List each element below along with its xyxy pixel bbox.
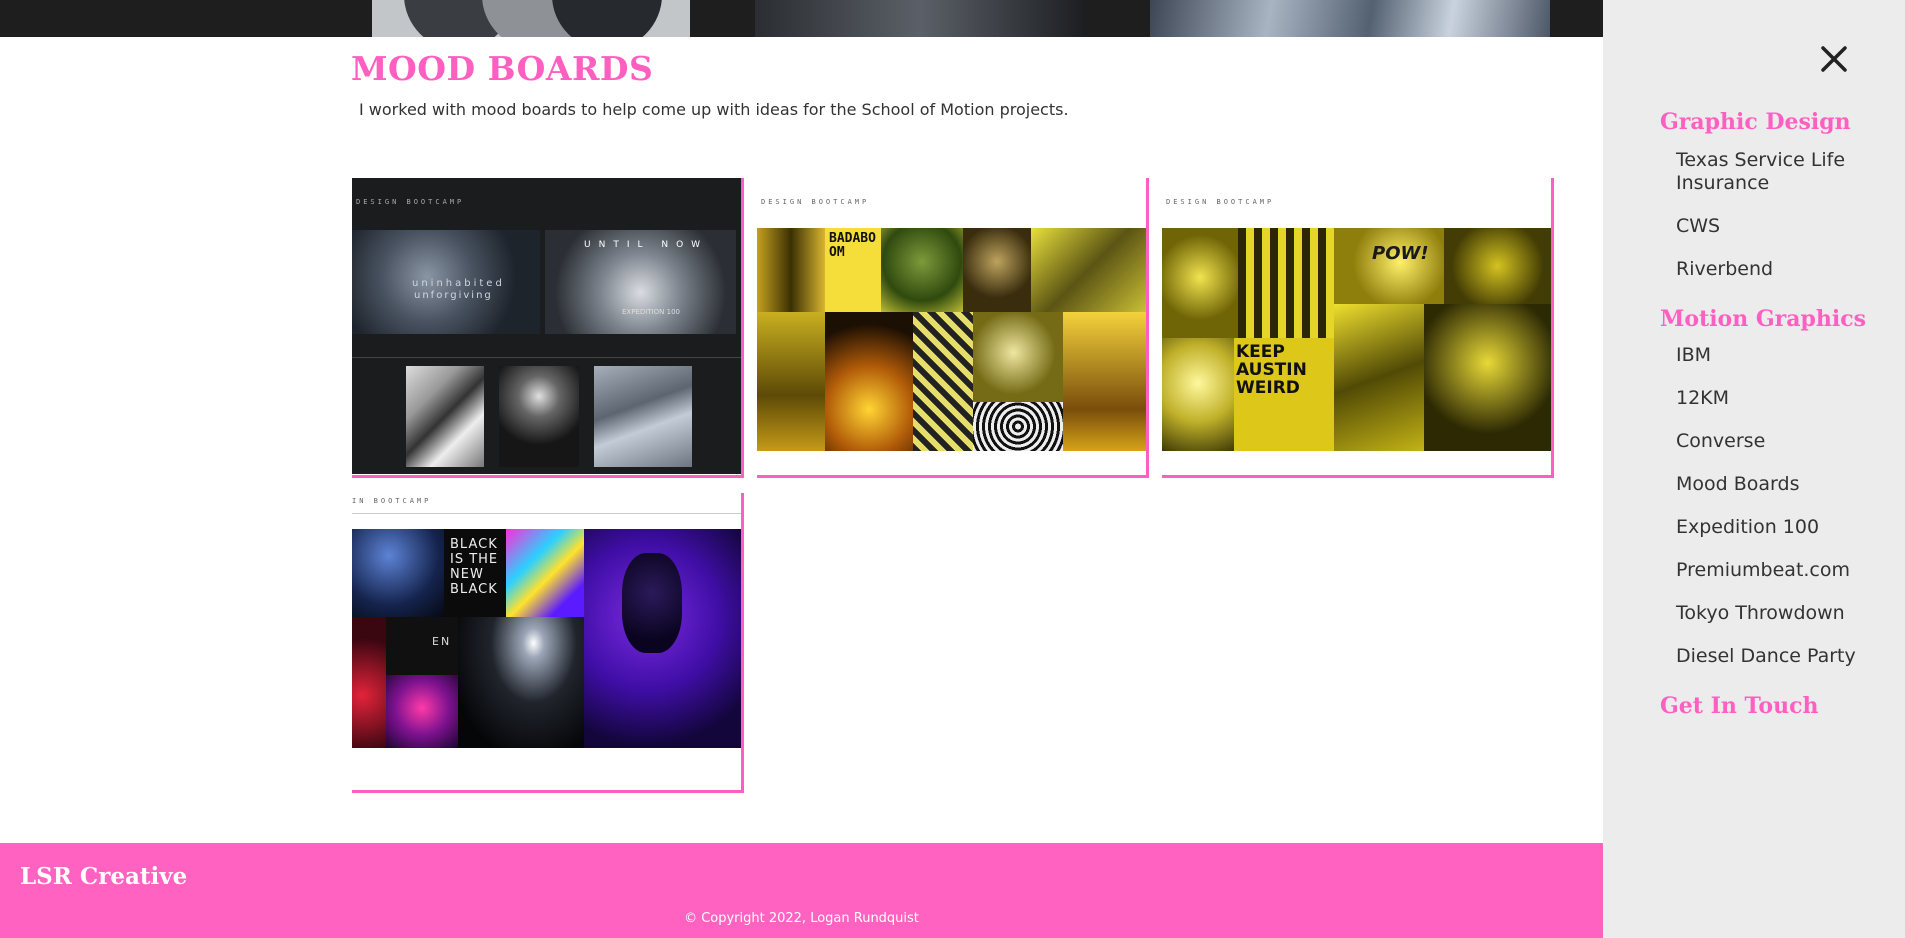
close-menu-button[interactable] [1814,39,1854,79]
board-overlay-text: BLACK IS THE NEW BLACK [450,537,499,597]
menu-item-cws[interactable]: CWS [1676,215,1896,238]
mood-board-image: DESIGN BOOTCAMP uninhabited unforgiving … [352,178,741,474]
mood-board-card[interactable]: DESIGN BOOTCAMP BADABOOM [757,178,1149,478]
hero-image-segment [372,0,690,37]
page-title: MOOD BOARDS [351,49,654,88]
board-overlay-text: EXPEDITION 100 [622,308,680,316]
menu-item-premiumbeat[interactable]: Premiumbeat.com [1676,559,1896,582]
board-overlay-text: uninhabited [412,278,505,289]
mood-board-image: IN BOOTCAMP BLACK IS THE NEW BLACK EN [352,493,741,789]
board-overlay-text: unforgiving [414,290,493,301]
main-content: MOOD BOARDS I worked with mood boards to… [0,37,1603,843]
footer-copyright: © Copyright 2022, Logan Rundquist [684,911,919,926]
mood-board-image: DESIGN BOOTCAMP POW! KEEP AUSTIN WEIRD [1162,178,1551,474]
board-overlay-text: POW! [1372,243,1429,264]
menu-item-ibm[interactable]: IBM [1676,344,1896,367]
menu-item-12km[interactable]: 12KM [1676,387,1896,410]
menu-item-texas-service-life-insurance[interactable]: Texas Service Life Insurance [1676,149,1896,195]
menu-item-expedition-100[interactable]: Expedition 100 [1676,516,1896,539]
side-menu: Graphic Design Texas Service Life Insura… [1603,0,1905,938]
menu-section-graphic-design[interactable]: Graphic Design [1660,109,1851,135]
footer-brand[interactable]: LSR Creative [20,863,187,890]
menu-item-diesel-dance-party[interactable]: Diesel Dance Party [1676,645,1896,668]
site-footer: LSR Creative © Copyright 2022, Logan Run… [0,843,1603,938]
hero-image-segment [1150,0,1550,37]
menu-item-converse[interactable]: Converse [1676,430,1896,453]
board-overlay-text: BADABOOM [829,231,876,260]
menu-section-get-in-touch[interactable]: Get In Touch [1660,693,1818,719]
close-icon [1821,46,1847,72]
board-header: DESIGN BOOTCAMP [1166,198,1275,206]
mood-board-image: DESIGN BOOTCAMP BADABOOM [757,178,1146,474]
board-header: IN BOOTCAMP [352,497,432,505]
board-header: DESIGN BOOTCAMP [761,198,870,206]
mood-board-card[interactable]: IN BOOTCAMP BLACK IS THE NEW BLACK EN [352,493,744,793]
menu-section-motion-graphics[interactable]: Motion Graphics [1660,306,1866,332]
board-overlay-text: UNTIL NOW [584,240,709,250]
hero-image-segment [755,0,1085,37]
menu-item-riverbend[interactable]: Riverbend [1676,258,1896,281]
board-header: DESIGN BOOTCAMP [356,198,465,206]
board-overlay-text: KEEP AUSTIN WEIRD [1236,342,1307,398]
hero-image-strip [0,0,1603,37]
menu-item-mood-boards[interactable]: Mood Boards [1676,473,1896,496]
page-intro: I worked with mood boards to help come u… [359,100,1069,119]
mood-board-card[interactable]: DESIGN BOOTCAMP uninhabited unforgiving … [352,178,744,478]
menu-item-tokyo-throwdown[interactable]: Tokyo Throwdown [1676,602,1896,625]
mood-board-card[interactable]: DESIGN BOOTCAMP POW! KEEP AUSTIN WEIRD [1162,178,1554,478]
board-overlay-text: EN [432,635,452,648]
